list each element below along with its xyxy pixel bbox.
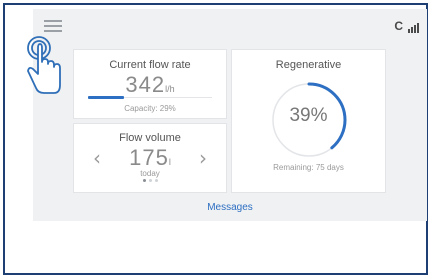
- flow-volume-card[interactable]: Flow volume ‹ 175l › today: [73, 123, 227, 193]
- signal-bars-icon: [408, 22, 419, 33]
- regenerative-title: Regenerative: [275, 59, 342, 71]
- capacity-bar-fill: [88, 96, 124, 99]
- flow-rate-card[interactable]: Current flow rate 342l/h Capacity: 29%: [73, 49, 227, 119]
- regenerative-value: 39%: [289, 105, 328, 126]
- capacity-label: Capacity: 29%: [124, 104, 176, 113]
- flow-volume-number: 175: [129, 145, 169, 170]
- status-letter: C: [394, 19, 403, 33]
- remaining-days: Remaining: 75 days: [273, 163, 344, 172]
- flow-volume-unit: l: [168, 157, 171, 167]
- page-indicator: [74, 179, 226, 182]
- app-screen: C Current flow rate 342l/h Capacity: 29%…: [33, 9, 427, 221]
- flow-volume-period: today: [140, 169, 160, 178]
- flow-rate-value: 342l/h: [74, 72, 226, 98]
- messages-link[interactable]: Messages: [33, 202, 427, 213]
- tap-gesture-hand-icon: [27, 36, 61, 94]
- page-dot[interactable]: [148, 179, 152, 182]
- capacity-bar: [88, 96, 212, 99]
- flow-rate-unit: l/h: [165, 84, 175, 94]
- flow-volume-title: Flow volume: [119, 132, 181, 144]
- chevron-right-icon[interactable]: ›: [199, 148, 207, 168]
- flow-rate-number: 342: [125, 72, 166, 97]
- regenerative-card[interactable]: Regenerative 39% Remaining: 75 days: [231, 49, 386, 193]
- page-dot[interactable]: [142, 179, 146, 182]
- hamburger-menu-icon[interactable]: [44, 20, 62, 32]
- status-bar: C: [394, 19, 419, 33]
- page-dot[interactable]: [154, 179, 158, 182]
- device-frame: C Current flow rate 342l/h Capacity: 29%…: [3, 3, 428, 275]
- flow-rate-title: Current flow rate: [109, 59, 191, 71]
